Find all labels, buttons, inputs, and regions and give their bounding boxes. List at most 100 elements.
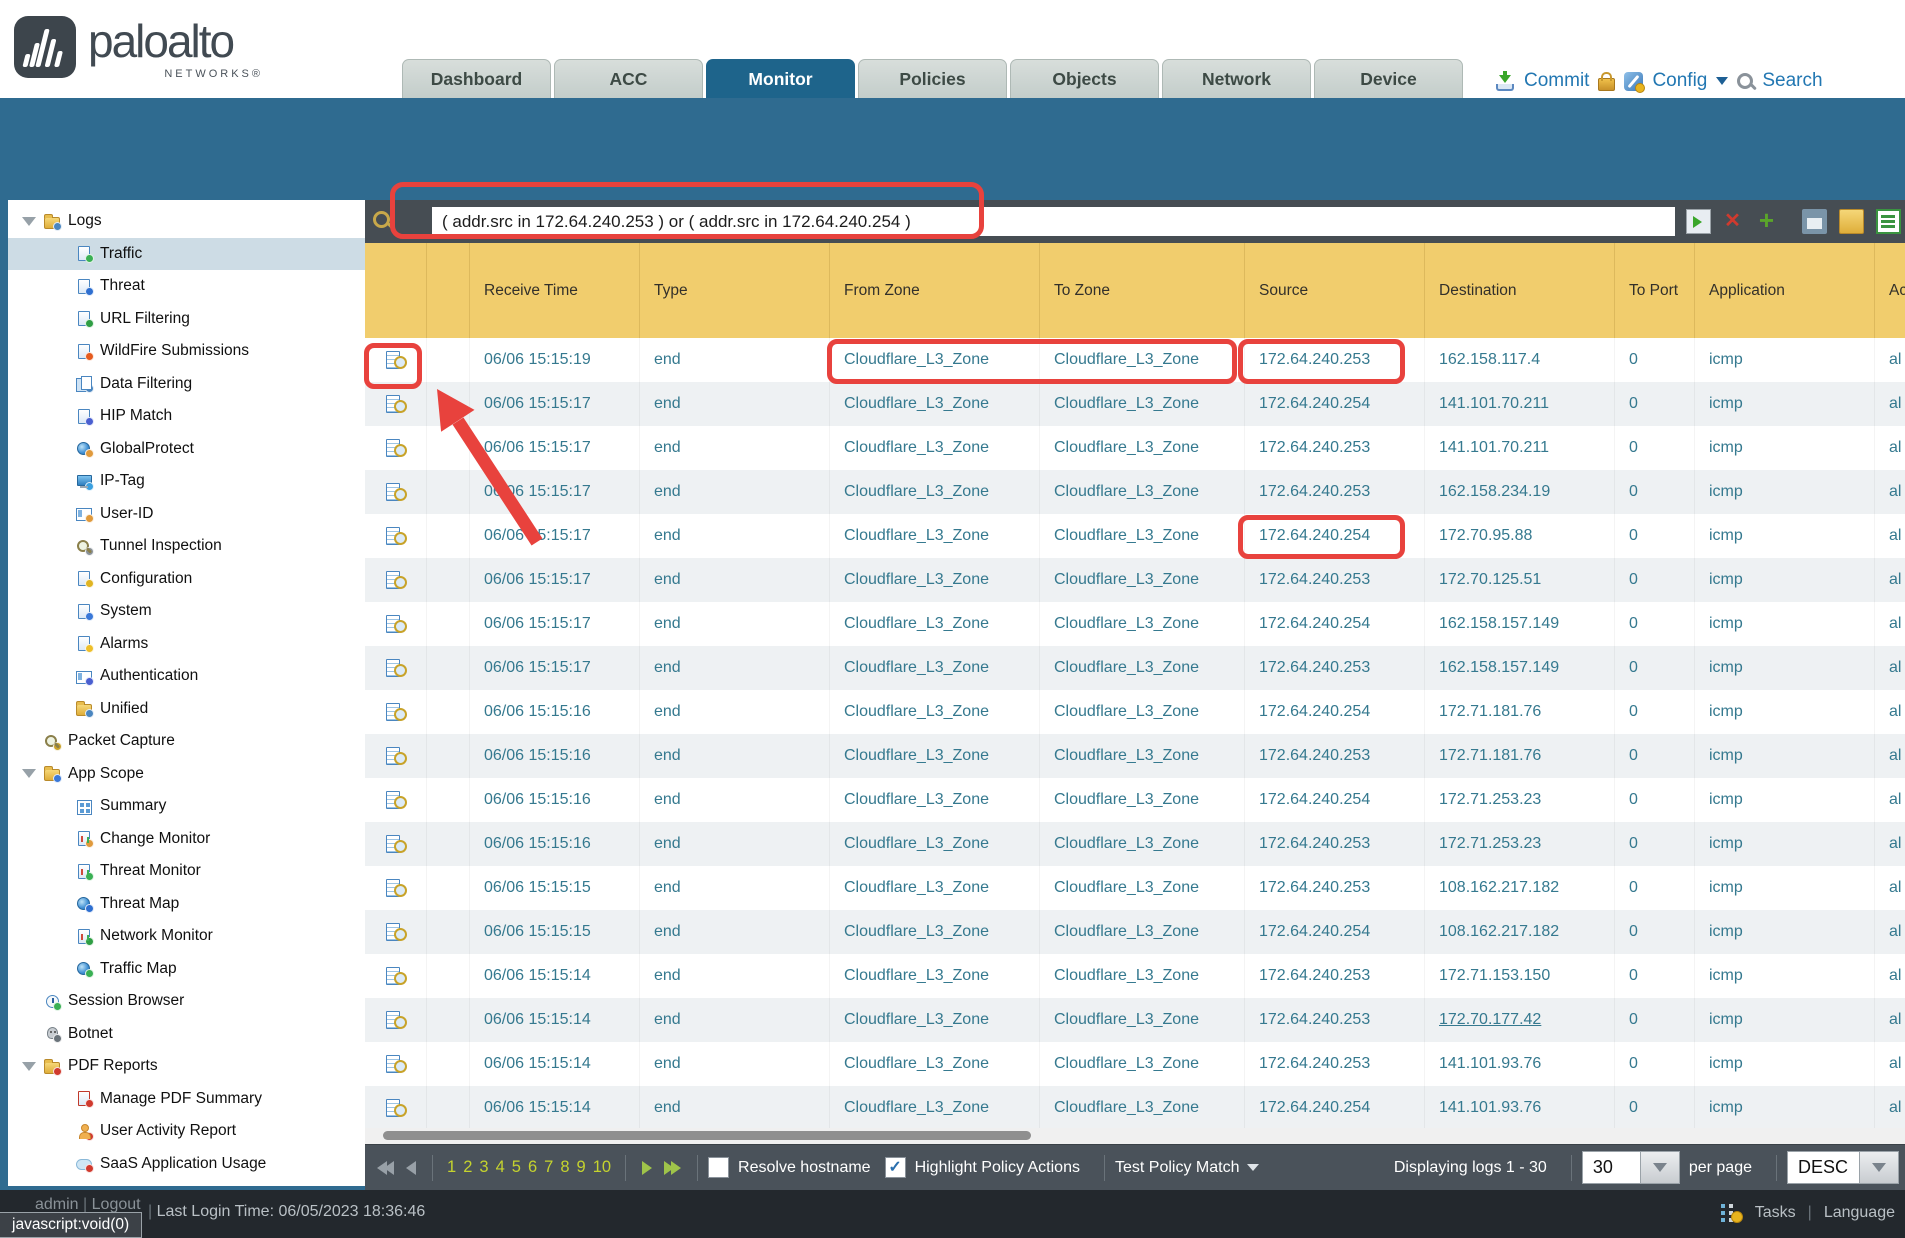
tab-dashboard[interactable]: Dashboard: [402, 59, 551, 98]
cell-source[interactable]: 172.64.240.253: [1245, 998, 1425, 1042]
sidebar-item-threat-map[interactable]: Threat Map: [8, 888, 365, 921]
sidebar-item-globalprotect[interactable]: GlobalProtect: [8, 433, 365, 466]
sidebar-item-logs[interactable]: Logs: [8, 205, 365, 238]
cell-from-zone[interactable]: Cloudflare_L3_Zone: [830, 690, 1040, 734]
cell-from-zone[interactable]: Cloudflare_L3_Zone: [830, 998, 1040, 1042]
page-number-8[interactable]: 8: [560, 1158, 569, 1177]
page-number-1[interactable]: 1: [447, 1158, 456, 1177]
cell-to-zone[interactable]: Cloudflare_L3_Zone: [1040, 690, 1245, 734]
sidebar-item-user-activity-report[interactable]: User Activity Report: [8, 1115, 365, 1148]
sidebar-item-botnet[interactable]: Botnet: [8, 1018, 365, 1051]
tab-monitor[interactable]: Monitor: [706, 59, 855, 98]
cell-to-zone[interactable]: Cloudflare_L3_Zone: [1040, 382, 1245, 426]
cell-application[interactable]: icmp: [1695, 690, 1875, 734]
cell-application[interactable]: icmp: [1695, 426, 1875, 470]
cell-destination[interactable]: 172.71.253.23: [1425, 822, 1615, 866]
cell-to-zone[interactable]: Cloudflare_L3_Zone: [1040, 910, 1245, 954]
cell-source[interactable]: 172.64.240.253: [1245, 558, 1425, 602]
log-detail-icon[interactable]: [385, 923, 407, 942]
cell-to-zone[interactable]: Cloudflare_L3_Zone: [1040, 866, 1245, 910]
log-detail-icon[interactable]: [385, 659, 407, 678]
add-filter-icon[interactable]: +: [1754, 209, 1779, 234]
column-header-type[interactable]: Type: [640, 243, 830, 338]
cell-destination[interactable]: 108.162.217.182: [1425, 910, 1615, 954]
sidebar-item-ip-tag[interactable]: IP-Tag: [8, 465, 365, 498]
column-header-to-zone[interactable]: To Zone: [1040, 243, 1245, 338]
cell-to-zone[interactable]: Cloudflare_L3_Zone: [1040, 954, 1245, 998]
tab-network[interactable]: Network: [1162, 59, 1311, 98]
cell-from-zone[interactable]: Cloudflare_L3_Zone: [830, 382, 1040, 426]
cell-application[interactable]: icmp: [1695, 514, 1875, 558]
column-header-from-zone[interactable]: From Zone: [830, 243, 1040, 338]
log-detail-icon[interactable]: [385, 483, 407, 502]
page-number-7[interactable]: 7: [544, 1158, 553, 1177]
log-detail-icon[interactable]: [385, 351, 407, 370]
horizontal-scrollbar-thumb[interactable]: [383, 1131, 1031, 1140]
cell-from-zone[interactable]: Cloudflare_L3_Zone: [830, 866, 1040, 910]
sidebar-item-packet-capture[interactable]: Packet Capture: [8, 725, 365, 758]
commit-button[interactable]: Commit: [1524, 70, 1589, 92]
cell-destination[interactable]: 172.70.177.42: [1425, 998, 1615, 1042]
sidebar-item-app-scope[interactable]: App Scope: [8, 758, 365, 791]
column-header-blank[interactable]: [365, 243, 427, 338]
cell-to-zone[interactable]: Cloudflare_L3_Zone: [1040, 646, 1245, 690]
sidebar-item-tunnel-inspection[interactable]: Tunnel Inspection: [8, 530, 365, 563]
cell-from-zone[interactable]: Cloudflare_L3_Zone: [830, 778, 1040, 822]
cell-from-zone[interactable]: Cloudflare_L3_Zone: [830, 646, 1040, 690]
cell-to-zone[interactable]: Cloudflare_L3_Zone: [1040, 558, 1245, 602]
cell-source[interactable]: 172.64.240.254: [1245, 778, 1425, 822]
cell-application[interactable]: icmp: [1695, 382, 1875, 426]
cell-destination[interactable]: 141.101.93.76: [1425, 1042, 1615, 1086]
sort-order-dropdown-button[interactable]: [1859, 1151, 1899, 1184]
cell-to-zone[interactable]: Cloudflare_L3_Zone: [1040, 338, 1245, 382]
cell-destination[interactable]: 172.71.181.76: [1425, 690, 1615, 734]
cell-application[interactable]: icmp: [1695, 954, 1875, 998]
test-policy-match-button[interactable]: Test Policy Match: [1115, 1159, 1259, 1177]
cell-source[interactable]: 172.64.240.254: [1245, 1086, 1425, 1128]
log-detail-icon[interactable]: [385, 527, 407, 546]
cell-source[interactable]: 172.64.240.254: [1245, 382, 1425, 426]
cell-to-zone[interactable]: Cloudflare_L3_Zone: [1040, 602, 1245, 646]
cell-to-zone[interactable]: Cloudflare_L3_Zone: [1040, 998, 1245, 1042]
sidebar-item-user-id[interactable]: User-ID: [8, 498, 365, 531]
first-page-button[interactable]: [377, 1161, 394, 1175]
cell-source[interactable]: 172.64.240.254: [1245, 910, 1425, 954]
tab-device[interactable]: Device: [1314, 59, 1463, 98]
log-detail-icon[interactable]: [385, 615, 407, 634]
cell-from-zone[interactable]: Cloudflare_L3_Zone: [830, 822, 1040, 866]
cell-application[interactable]: icmp: [1695, 1042, 1875, 1086]
log-detail-icon[interactable]: [385, 835, 407, 854]
cell-source[interactable]: 172.64.240.253: [1245, 734, 1425, 778]
sidebar-item-manage-pdf-summary[interactable]: Manage PDF Summary: [8, 1083, 365, 1116]
apply-filter-icon[interactable]: [1686, 209, 1711, 234]
load-filter-icon[interactable]: [1839, 209, 1864, 234]
cell-to-zone[interactable]: Cloudflare_L3_Zone: [1040, 734, 1245, 778]
cell-application[interactable]: icmp: [1695, 646, 1875, 690]
clear-filter-icon[interactable]: ✕: [1720, 209, 1745, 234]
sidebar-item-threat-monitor[interactable]: Threat Monitor: [8, 855, 365, 888]
cell-destination[interactable]: 162.158.157.149: [1425, 602, 1615, 646]
cell-from-zone[interactable]: Cloudflare_L3_Zone: [830, 1042, 1040, 1086]
log-detail-icon[interactable]: [385, 967, 407, 986]
cell-source[interactable]: 172.64.240.253: [1245, 822, 1425, 866]
tab-acc[interactable]: ACC: [554, 59, 703, 98]
cell-destination[interactable]: 141.101.70.211: [1425, 426, 1615, 470]
cell-to-zone[interactable]: Cloudflare_L3_Zone: [1040, 778, 1245, 822]
cell-destination[interactable]: 141.101.93.76: [1425, 1086, 1615, 1128]
expander-triangle-icon[interactable]: [22, 1062, 36, 1071]
save-filter-icon[interactable]: [1802, 209, 1827, 234]
previous-page-button[interactable]: [406, 1161, 416, 1175]
cell-source[interactable]: 172.64.240.254: [1245, 602, 1425, 646]
sidebar-item-traffic[interactable]: Traffic: [8, 238, 365, 271]
horizontal-scrollbar[interactable]: [365, 1128, 1905, 1144]
tasks-button[interactable]: Tasks: [1755, 1204, 1796, 1222]
cell-application[interactable]: icmp: [1695, 338, 1875, 382]
cell-destination[interactable]: 162.158.157.149: [1425, 646, 1615, 690]
sidebar-item-saas-application-usage[interactable]: SaaS Application Usage: [8, 1148, 365, 1181]
cell-from-zone[interactable]: Cloudflare_L3_Zone: [830, 426, 1040, 470]
cell-from-zone[interactable]: Cloudflare_L3_Zone: [830, 558, 1040, 602]
sort-order-select[interactable]: DESC: [1787, 1151, 1899, 1184]
page-number-9[interactable]: 9: [577, 1158, 586, 1177]
cell-source[interactable]: 172.64.240.253: [1245, 470, 1425, 514]
log-detail-icon[interactable]: [385, 571, 407, 590]
